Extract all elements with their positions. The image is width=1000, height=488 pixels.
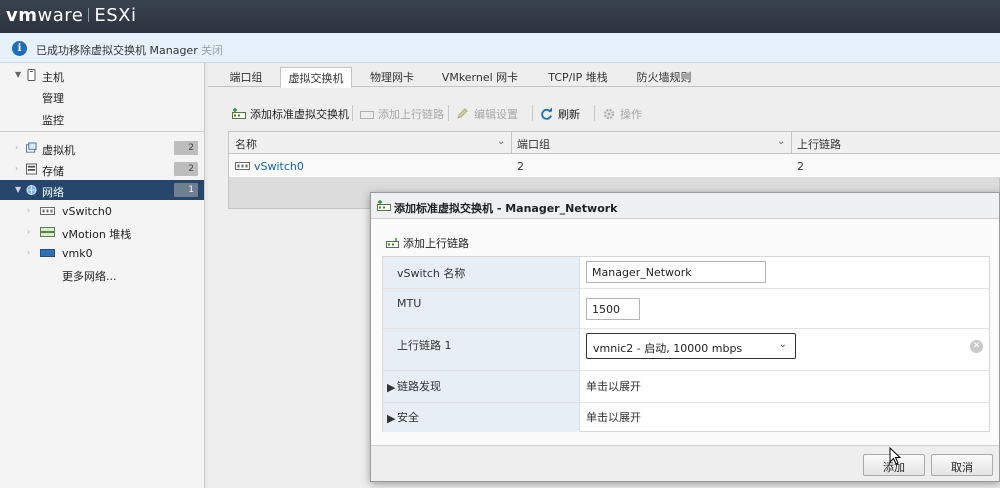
nav-virtual-machines[interactable]: › 虚拟机 2: [0, 138, 204, 158]
expand-caret-icon[interactable]: ›: [27, 248, 30, 257]
uplink-1-select[interactable]: vmnic2 - 启动, 10000 mbps ⌄: [586, 333, 796, 359]
refresh-button[interactable]: 刷新: [540, 106, 580, 122]
security-label: 安全: [397, 411, 419, 424]
vswitch-name-link[interactable]: vSwitch0: [254, 160, 304, 173]
host-icon: [27, 69, 36, 81]
collapse-caret-icon[interactable]: ▼: [15, 185, 21, 194]
tab-tcpip-stacks[interactable]: TCP/IP 堆栈: [538, 67, 618, 87]
vswitch-form: vSwitch 名称 MTU 上行链路 1 vmnic2 - 启动, 10000…: [382, 256, 990, 432]
add-vswitch-icon: [232, 108, 246, 119]
tab-virtual-switches[interactable]: 虚拟交换机: [280, 67, 352, 88]
nav-networking[interactable]: ▼ 网络 1: [0, 180, 204, 200]
expand-caret-icon[interactable]: ›: [15, 164, 18, 173]
tab-port-groups[interactable]: 端口组: [218, 67, 274, 87]
actions-button[interactable]: 操作: [602, 106, 642, 122]
vm-count-badge: 2: [174, 141, 198, 155]
tab-firewall-rules[interactable]: 防火墙规则: [628, 67, 700, 87]
link-discovery-expand-hint[interactable]: 单击以展开: [586, 378, 641, 394]
info-icon: i: [12, 41, 27, 56]
collapse-caret-icon[interactable]: ▼: [15, 70, 21, 79]
form-row-mtu: MTU: [383, 289, 989, 329]
mouse-pointer-icon: [889, 447, 901, 465]
expand-triangle-icon[interactable]: ▶: [387, 381, 395, 394]
vswitch-icon: [40, 207, 55, 215]
sidebar-divider: [0, 131, 204, 132]
nav-host[interactable]: ▼ 主机: [0, 65, 204, 85]
storage-icon: [26, 163, 37, 175]
edit-settings-button[interactable]: 编辑设置: [456, 106, 518, 122]
nav-item-vmotion-stack[interactable]: › vMotion 堆栈: [0, 222, 204, 242]
toolbar: 添加标准虚拟交换机 添加上行链路 编辑设置 刷新 操作: [228, 103, 988, 123]
gear-icon: [603, 108, 615, 120]
form-row-vswitch-name: vSwitch 名称: [383, 257, 989, 289]
nav-monitor[interactable]: 监控: [0, 108, 204, 128]
add-uplink-button[interactable]: 添加上行链路: [360, 106, 444, 122]
link-discovery-label: 链路发现: [397, 380, 441, 393]
remove-uplink-icon[interactable]: ✕: [970, 340, 983, 353]
notification-close-link[interactable]: 关闭: [201, 42, 223, 58]
add-vswitch-dialog: 添加标准虚拟交换机 - Manager_Network 添加上行链路 vSwit…: [370, 192, 1000, 482]
vswitch-icon: [235, 162, 250, 170]
table-row[interactable]: vSwitch0 2 2: [229, 154, 1000, 178]
add-vswitch-icon: [377, 200, 391, 211]
add-uplink-icon: [360, 111, 374, 119]
add-uplink-link[interactable]: 添加上行链路: [386, 235, 469, 251]
form-row-security[interactable]: ▶ 安全 单击以展开: [383, 403, 989, 432]
notification-bar: i 已成功移除虚拟交换机 Manager 关闭: [0, 33, 1000, 63]
mtu-label: MTU: [397, 297, 422, 310]
expand-triangle-icon[interactable]: ▶: [387, 412, 395, 425]
network-count-badge: 1: [174, 183, 198, 197]
storage-count-badge: 2: [174, 162, 198, 176]
uplink-count: 2: [797, 160, 804, 173]
mtu-input[interactable]: [586, 298, 640, 320]
security-expand-hint[interactable]: 单击以展开: [586, 409, 641, 425]
chevron-down-icon: ⌄: [778, 339, 787, 350]
tab-vmkernel-nics[interactable]: VMkernel 网卡: [436, 67, 524, 87]
cancel-button[interactable]: 取消: [931, 454, 993, 476]
vswitch-name-label: vSwitch 名称: [397, 267, 466, 280]
nav-more-networks[interactable]: 更多网络...: [0, 264, 204, 284]
vm-icon: [26, 142, 37, 153]
pencil-icon: [457, 108, 468, 119]
vswitch-name-input[interactable]: [586, 261, 766, 283]
column-header-port-groups[interactable]: 端口组: [517, 136, 550, 152]
nav-manage[interactable]: 管理: [0, 86, 204, 106]
vmkernel-nic-icon: [40, 249, 55, 257]
tab-bar: 端口组 虚拟交换机 物理网卡 VMkernel 网卡 TCP/IP 堆栈 防火墙…: [208, 63, 1000, 88]
top-header: vmware ESXi: [0, 0, 1000, 33]
network-globe-icon: [26, 184, 37, 196]
tcpip-stack-icon: [40, 227, 55, 237]
dialog-footer: 添加 取消: [371, 445, 999, 481]
refresh-icon: [541, 108, 552, 120]
form-row-uplink-1: 上行链路 1 vmnic2 - 启动, 10000 mbps ⌄ ✕: [383, 329, 989, 371]
table-header: 名称 ⌄ 端口组 ⌄ 上行链路: [229, 132, 1000, 154]
nav-storage[interactable]: › 存储 2: [0, 159, 204, 179]
notification-message: 已成功移除虚拟交换机 Manager: [36, 44, 198, 57]
column-header-name[interactable]: 名称: [235, 136, 257, 152]
dialog-title: 添加标准虚拟交换机 - Manager_Network: [394, 202, 618, 215]
port-group-count: 2: [517, 160, 524, 173]
uplink-nic-icon: [386, 238, 399, 248]
vmware-esxi-logo: vmware ESXi: [6, 5, 137, 26]
column-menu-chevron-icon[interactable]: ⌄: [777, 136, 785, 147]
expand-caret-icon[interactable]: ›: [15, 143, 18, 152]
nav-item-vmk0[interactable]: › vmk0: [0, 243, 204, 263]
column-header-uplinks[interactable]: 上行链路: [797, 136, 841, 152]
expand-caret-icon[interactable]: ›: [27, 206, 30, 215]
tab-physical-nics[interactable]: 物理网卡: [360, 67, 424, 87]
uplink-1-label: 上行链路 1: [397, 339, 452, 352]
nav-item-vswitch0[interactable]: › vSwitch0: [0, 201, 204, 221]
navigator-sidebar: ▼ 主机 管理 监控 › 虚拟机 2 › 存储 2 ▼ 网络 1 › vSwit…: [0, 63, 205, 488]
form-row-link-discovery[interactable]: ▶ 链路发现 单击以展开: [383, 371, 989, 403]
expand-caret-icon[interactable]: ›: [27, 227, 30, 236]
add-standard-vswitch-button[interactable]: 添加标准虚拟交换机: [232, 106, 349, 122]
dialog-title-bar[interactable]: 添加标准虚拟交换机 - Manager_Network: [371, 193, 999, 219]
column-menu-chevron-icon[interactable]: ⌄: [497, 136, 505, 147]
